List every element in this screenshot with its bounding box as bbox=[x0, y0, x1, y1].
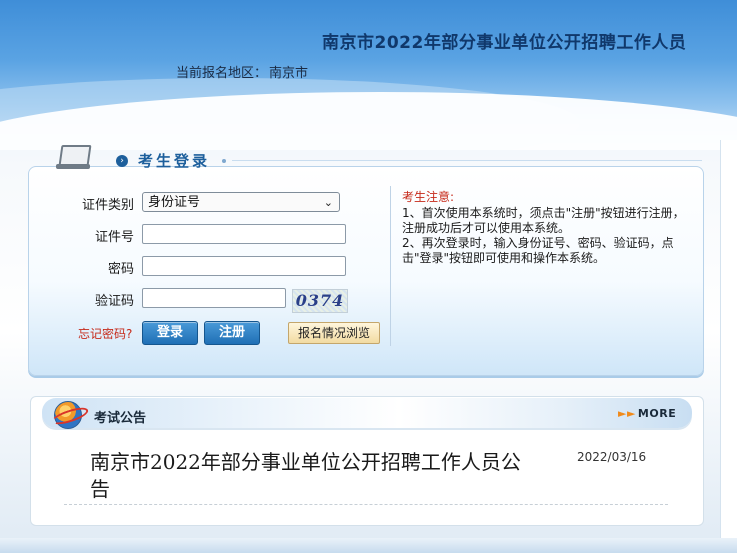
notice-item: 2、再次登录时，输入身份证号、密码、验证码，点击"登录"按钮即可使用和操作本系统… bbox=[402, 236, 674, 265]
announcement-separator bbox=[64, 504, 668, 505]
announcement-item-date: 2022/03/16 bbox=[577, 450, 647, 464]
region-info: 当前报名地区： 南京市 bbox=[174, 62, 308, 81]
login-title-line bbox=[232, 160, 702, 161]
notice-text: 1、首次使用本系统时，须点击"注册"按钮进行注册，注册成功后才可以使用本系统。 … bbox=[402, 206, 688, 266]
captcha-input[interactable] bbox=[142, 288, 286, 308]
captcha-label: 验证码 bbox=[94, 294, 134, 309]
announcement-item-title[interactable]: 南京市2022年部分事业单位公开招聘工作人员公告 bbox=[90, 449, 530, 503]
browse-status-button[interactable]: 报名情况浏览 bbox=[288, 322, 380, 344]
login-button[interactable]: 登录 bbox=[142, 321, 198, 345]
region-label: 当前报名地区： bbox=[176, 66, 268, 81]
monitor-icon bbox=[54, 141, 94, 171]
id-type-label: 证件类别 bbox=[81, 198, 134, 213]
id-number-label: 证件号 bbox=[94, 230, 134, 245]
region-value: 南京市 bbox=[269, 66, 309, 81]
right-panel-edge bbox=[720, 140, 737, 540]
arrow-circle-icon: › bbox=[116, 154, 128, 167]
globe-icon bbox=[54, 401, 82, 429]
login-header: › 考生登录 bbox=[54, 140, 227, 171]
fast-forward-icon: ►► bbox=[618, 407, 636, 420]
more-label: MORE bbox=[637, 407, 677, 420]
site-title: 南京市2022年部分事业单位公开招聘工作人员 bbox=[322, 33, 687, 53]
id-type-value: 身份证号 bbox=[148, 195, 201, 210]
notice-title: 考生注意: bbox=[402, 190, 455, 204]
captcha-image[interactable]: 0374 bbox=[292, 289, 348, 313]
login-title: 考生登录 bbox=[138, 152, 211, 170]
password-input[interactable] bbox=[142, 256, 346, 276]
id-number-input[interactable] bbox=[142, 224, 346, 244]
title-dot bbox=[222, 158, 227, 163]
header-banner bbox=[0, 0, 737, 150]
register-button[interactable]: 注册 bbox=[204, 321, 260, 345]
bottom-bar bbox=[0, 538, 737, 553]
password-label: 密码 bbox=[107, 262, 134, 277]
forgot-password-link[interactable]: 忘记密码? bbox=[78, 325, 132, 342]
login-divider bbox=[390, 186, 391, 346]
announcement-title: 考试公告 bbox=[94, 411, 147, 426]
chevron-down-icon: ⌄ bbox=[323, 196, 333, 209]
more-link[interactable]: ►► MORE bbox=[618, 407, 676, 420]
id-type-select[interactable]: 身份证号 ⌄ bbox=[142, 192, 340, 212]
notice-item: 1、首次使用本系统时，须点击"注册"按钮进行注册，注册成功后才可以使用本系统。 bbox=[402, 206, 685, 235]
